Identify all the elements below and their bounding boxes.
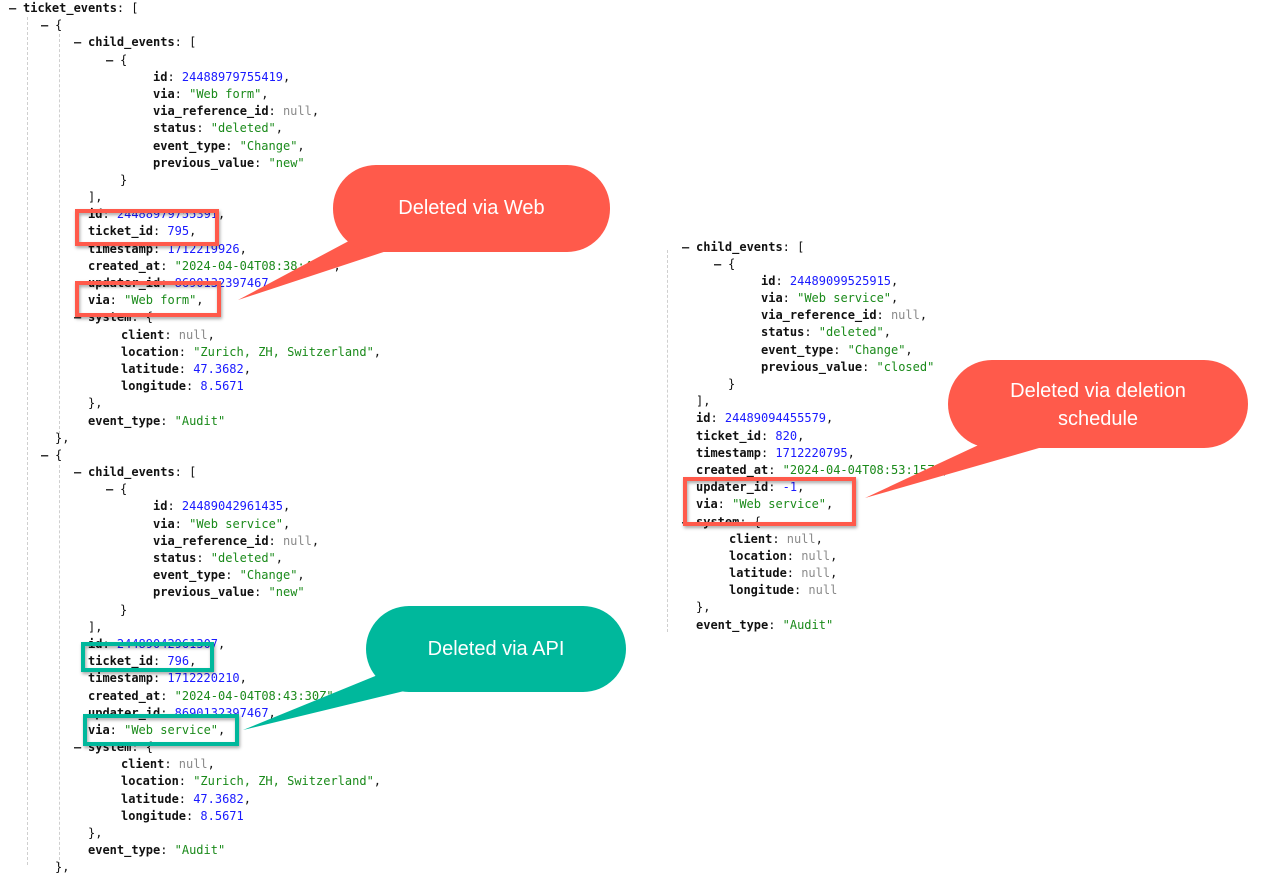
highlight-box-ticket-796: [81, 642, 214, 672]
highlight-box-via-web-service: [83, 714, 239, 746]
callout-schedule-line2: schedule: [1057, 408, 1139, 430]
highlight-box-ticket-795: [75, 209, 219, 246]
callout-deleted-via-api: [243, 606, 626, 730]
callout-api-text: Deleted via API: [427, 638, 565, 660]
callout-web-text: Deleted via Web: [398, 197, 545, 219]
callout-schedule-text: Deleted via deletion schedule: [948, 377, 1248, 433]
highlight-box-via-web-form: [75, 281, 221, 317]
callout-schedule-line1: Deleted via deletion: [1010, 380, 1186, 402]
highlight-box-updater-via-right: [683, 477, 856, 526]
callout-deleted-via-web: [238, 165, 610, 300]
